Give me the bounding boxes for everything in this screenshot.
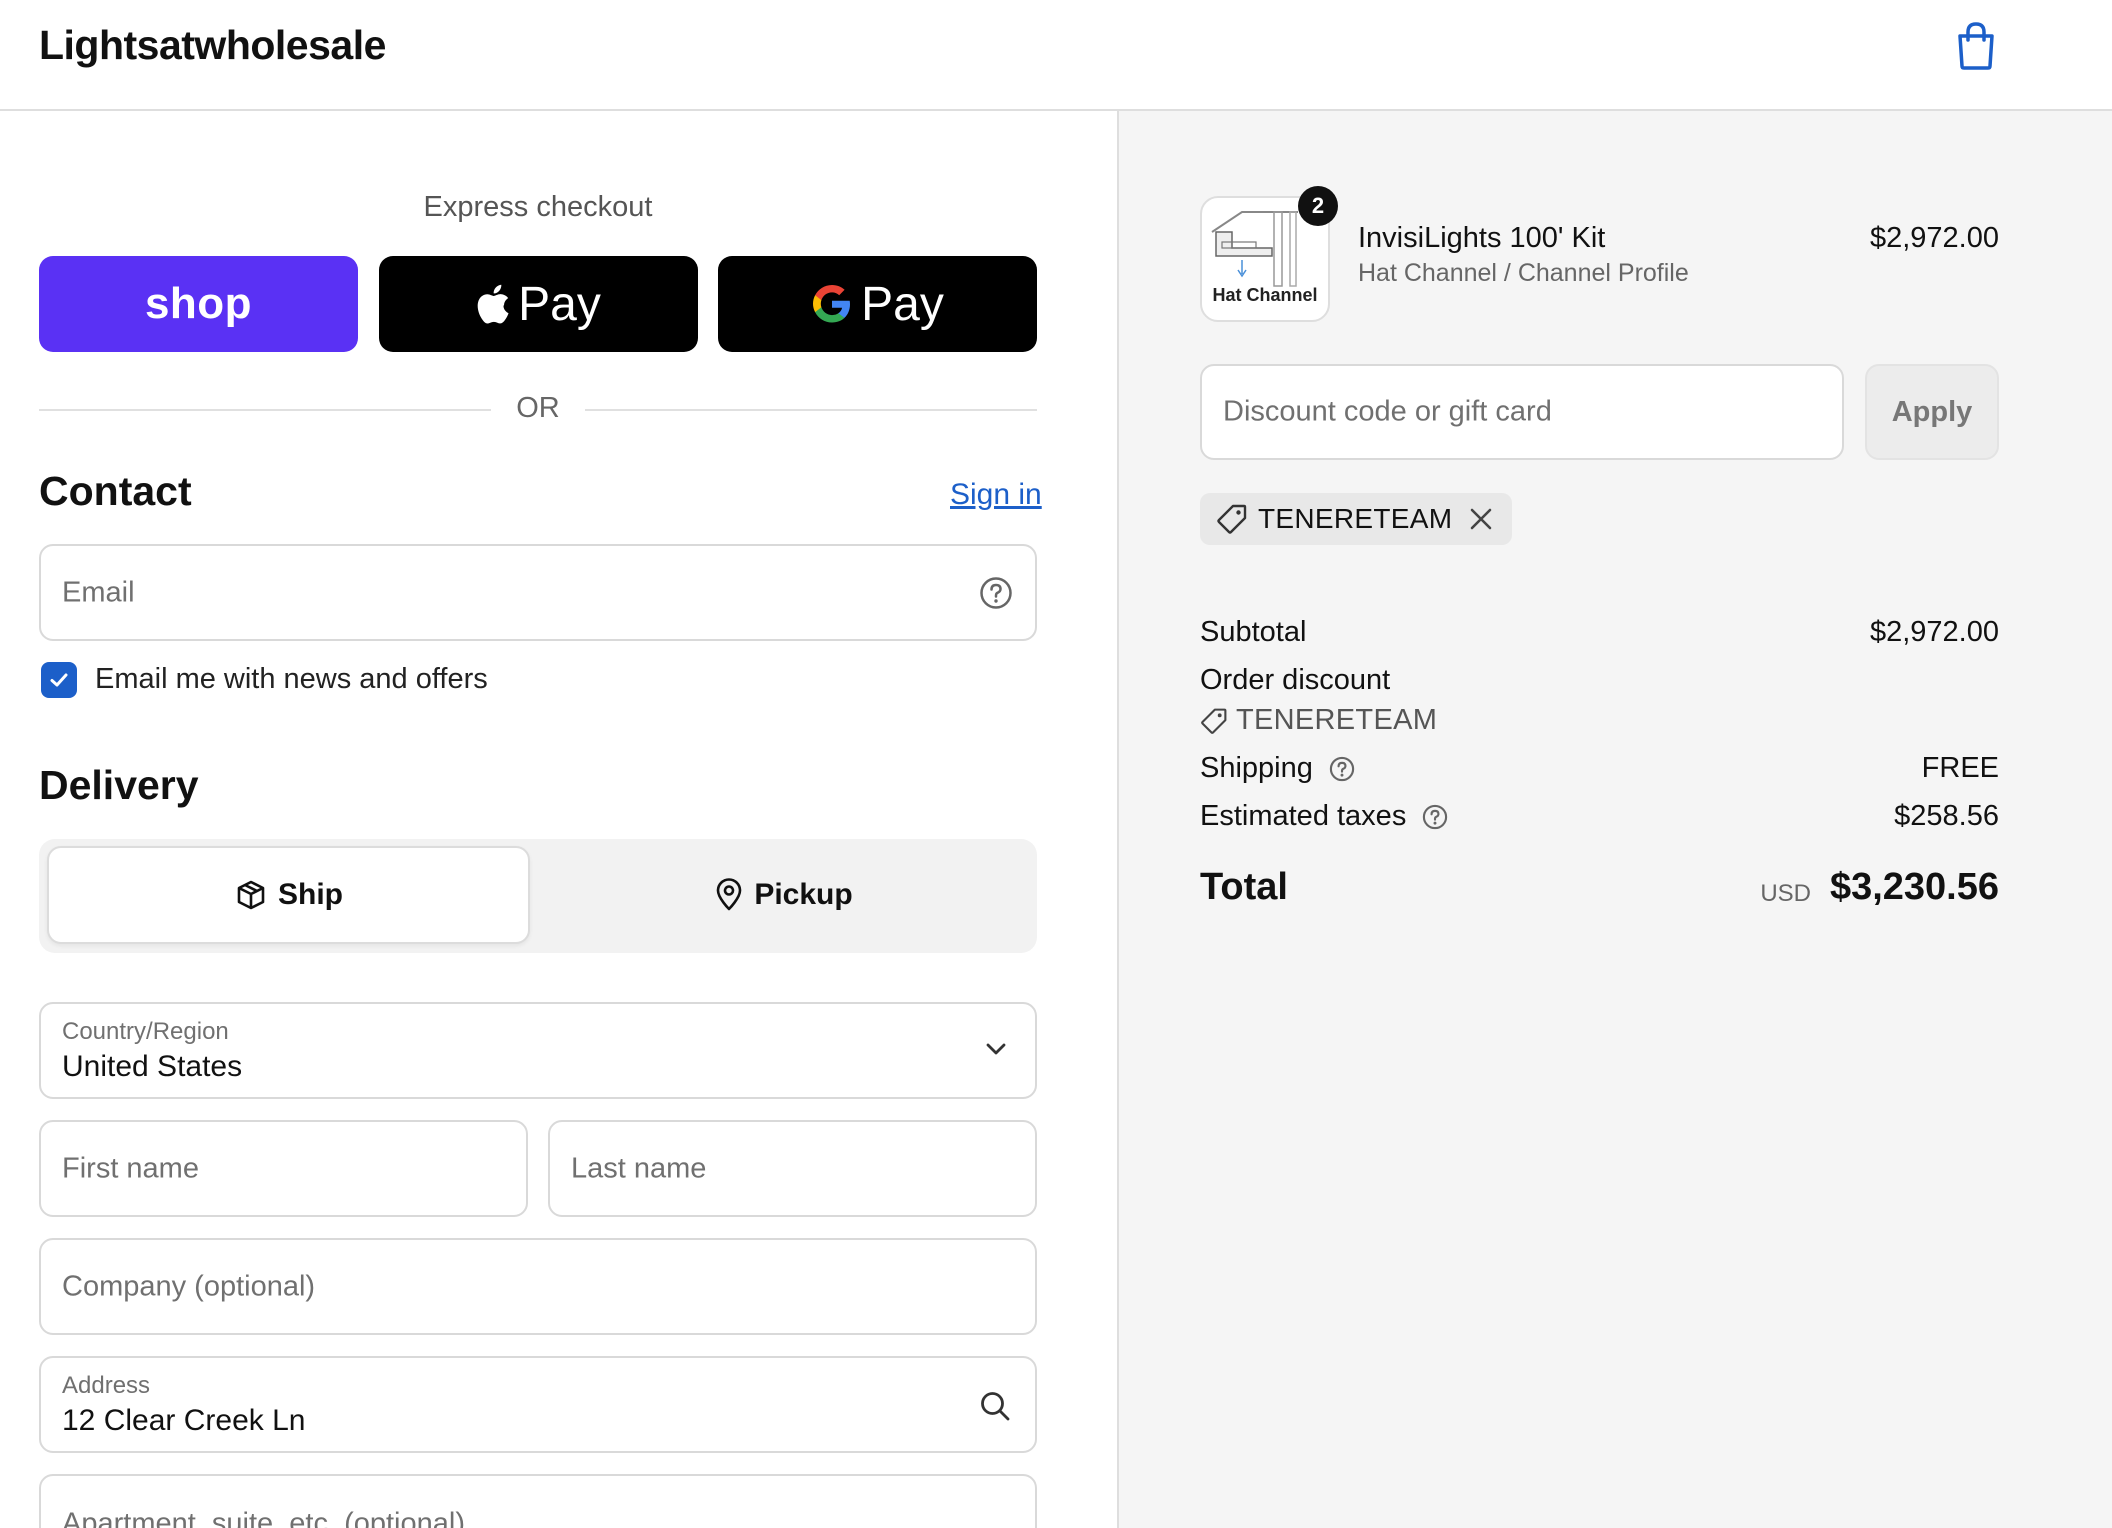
thumbnail-caption: Hat Channel	[1212, 285, 1318, 305]
shipping-label: Shipping	[1200, 752, 1313, 784]
product-price: $2,972.00	[1869, 222, 1999, 254]
address-label: Address	[62, 1372, 151, 1399]
discount-code-field[interactable]: Discount code or gift card	[1200, 364, 1844, 460]
country-label: Country/Region	[62, 1018, 229, 1045]
discount-placeholder: Discount code or gift card	[1223, 395, 1552, 428]
marketing-label[interactable]: Email me with news and offers	[95, 663, 488, 696]
chevron-down-icon	[986, 1043, 1006, 1055]
apartment-placeholder: Apartment, suite, etc. (optional)	[62, 1507, 465, 1528]
close-icon[interactable]	[1468, 506, 1494, 532]
total-value: $3,230.56	[1829, 866, 1999, 908]
country-value: United States	[62, 1050, 243, 1083]
ship-label: Ship	[278, 878, 343, 911]
quantity-badge: 2	[1298, 186, 1338, 226]
first-name-field[interactable]: First name	[39, 1120, 528, 1217]
marketing-checkbox[interactable]	[41, 662, 77, 698]
order-discount-code: TENERETEAM	[1236, 704, 1438, 736]
company-placeholder: Company (optional)	[62, 1270, 316, 1302]
help-icon[interactable]	[1329, 756, 1355, 782]
product-variant: Hat Channel / Channel Profile	[1358, 259, 1689, 287]
delivery-title: Delivery	[39, 762, 199, 808]
shop-pay-label: shop	[144, 279, 253, 328]
product-name: InvisiLights 100' Kit	[1358, 222, 1606, 254]
apply-discount-button[interactable]: Apply	[1865, 364, 1999, 460]
address-value: 12 Clear Creek Ln	[62, 1404, 306, 1437]
shipping-row: Shipping	[1200, 752, 1355, 785]
shopping-bag-icon[interactable]	[1952, 20, 2000, 72]
country-select[interactable]: Country/Region United States	[39, 1002, 1037, 1099]
header: Lightsatwholesale	[0, 0, 2112, 111]
or-divider-text: OR	[516, 392, 560, 424]
search-icon[interactable]	[979, 1390, 1011, 1422]
taxes-row: Estimated taxes	[1200, 800, 1448, 833]
tag-icon	[1217, 504, 1247, 534]
total-label: Total	[1200, 866, 1288, 908]
apartment-field[interactable]: Apartment, suite, etc. (optional)	[39, 1474, 1037, 1528]
applied-discount-chip: TENERETEAM	[1200, 493, 1513, 545]
apple-pay-button[interactable]: Pay	[379, 256, 698, 352]
pickup-option[interactable]: Pickup	[538, 846, 1029, 944]
pickup-label: Pickup	[754, 878, 853, 911]
total-currency: USD	[1760, 880, 1811, 907]
shop-pay-button[interactable]: shop	[39, 256, 358, 352]
store-name[interactable]: Lightsatwholesale	[39, 22, 386, 69]
express-checkout-title: Express checkout	[423, 191, 653, 223]
ship-option[interactable]: Ship	[47, 846, 530, 944]
google-logo-icon	[813, 285, 851, 323]
location-pin-icon	[717, 878, 742, 911]
contact-title: Contact	[39, 468, 192, 514]
order-discount-label: Order discount	[1200, 664, 1391, 696]
taxes-label: Estimated taxes	[1200, 800, 1407, 832]
applied-code: TENERETEAM	[1258, 503, 1453, 534]
apple-logo-icon	[477, 284, 509, 324]
google-pay-button[interactable]: Pay	[718, 256, 1037, 352]
google-pay-label: Pay	[861, 277, 944, 331]
order-discount-code-line: TENERETEAM	[1200, 704, 1437, 737]
tag-icon	[1201, 708, 1227, 734]
company-field[interactable]: Company (optional)	[39, 1238, 1037, 1335]
checkmark-icon	[50, 673, 68, 687]
help-icon[interactable]	[979, 576, 1013, 610]
subtotal-value: $2,972.00	[1869, 616, 1999, 648]
subtotal-label: Subtotal	[1200, 616, 1307, 648]
shipping-value: FREE	[1921, 752, 1999, 784]
divider-right	[585, 409, 1037, 411]
help-icon[interactable]	[1422, 804, 1448, 830]
divider-left	[39, 409, 491, 411]
apple-pay-label: Pay	[518, 277, 601, 331]
last-name-field[interactable]: Last name	[548, 1120, 1037, 1217]
address-field[interactable]: Address 12 Clear Creek Ln	[39, 1356, 1037, 1453]
delivery-method-toggle: Ship Pickup	[39, 839, 1037, 953]
email-placeholder: Email	[62, 576, 135, 608]
box-icon	[237, 880, 265, 910]
last-name-placeholder: Last name	[571, 1152, 707, 1184]
sign-in-link[interactable]: Sign in	[950, 478, 1042, 512]
email-field[interactable]: Email	[39, 544, 1037, 641]
taxes-value: $258.56	[1894, 800, 1999, 832]
first-name-placeholder: First name	[62, 1152, 199, 1184]
